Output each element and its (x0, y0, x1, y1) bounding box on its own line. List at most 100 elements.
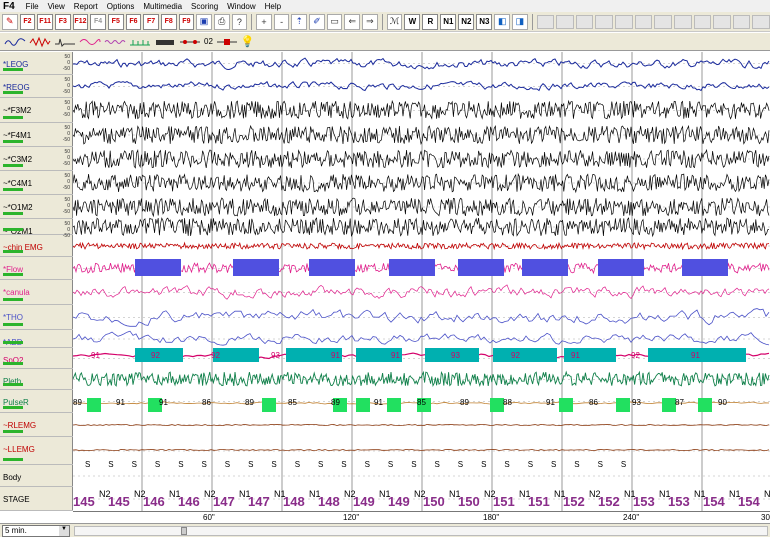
desaturation-event[interactable] (676, 348, 746, 362)
menu-scoring[interactable]: Scoring (191, 2, 218, 11)
emg-wave-icon[interactable] (54, 35, 76, 49)
limb-wave-icon[interactable] (129, 35, 151, 49)
apnea-event[interactable] (135, 259, 181, 276)
amplitude-up-icon[interactable]: ⇡ (291, 13, 308, 30)
channel-label[interactable]: PulseR (0, 390, 73, 413)
channel-label[interactable]: Pleth (0, 369, 73, 390)
channel-label[interactable]: ~*F3M2 50 0 -50 (0, 98, 73, 123)
channel-label[interactable]: *ABD (0, 330, 73, 348)
pulse-event[interactable] (262, 398, 276, 412)
marker-icon[interactable] (216, 35, 238, 49)
epoch-number[interactable]: 154 (738, 494, 760, 509)
forward-icon[interactable]: ⇒ (362, 13, 378, 30)
epoch-number[interactable]: 150 (423, 494, 445, 509)
menu-view[interactable]: View (48, 2, 65, 11)
menu-report[interactable]: Report (74, 2, 98, 11)
hypnogram-icon[interactable]: ◧ (494, 13, 511, 30)
pulse-event[interactable] (490, 398, 504, 412)
stage-r-button[interactable]: R (422, 13, 439, 30)
fkey-f11[interactable]: F11 (37, 13, 53, 30)
epoch-number[interactable]: 145 (108, 494, 130, 509)
channel-label[interactable]: *REOG 50 0 -50 (0, 75, 73, 98)
epoch-number[interactable]: 152 (598, 494, 620, 509)
image-icon[interactable]: ▣ (196, 13, 212, 30)
channel-label[interactable]: ~chin EMG (0, 235, 73, 257)
fkey-f9[interactable]: F9 (178, 13, 195, 30)
pulse-event[interactable] (662, 398, 676, 412)
channel-label[interactable]: *canula (0, 280, 73, 305)
epoch-number[interactable]: 153 (633, 494, 655, 509)
eog-wave-icon[interactable] (4, 35, 26, 49)
epoch-number[interactable]: 149 (353, 494, 375, 509)
fkey-f5[interactable]: F5 (107, 13, 124, 30)
report-icon[interactable]: ◨ (512, 13, 528, 30)
bulb-icon[interactable]: ? (231, 13, 248, 30)
apnea-event[interactable] (682, 259, 728, 276)
channel-label[interactable]: STAGE (0, 487, 73, 511)
epoch-number[interactable]: 151 (493, 494, 515, 509)
menu-options[interactable]: Options (107, 2, 135, 11)
epoch-number[interactable]: 147 (213, 494, 235, 509)
channel-label[interactable]: Body (0, 465, 73, 487)
time-window-select[interactable]: 5 min. ▼ (2, 525, 70, 537)
epoch-number[interactable]: 146 (143, 494, 165, 509)
menu-window[interactable]: Window (227, 2, 255, 11)
fkey-f2[interactable]: F2 (19, 13, 36, 30)
flow-wave-icon[interactable] (79, 35, 101, 49)
menu-multimedia[interactable]: Multimedia (143, 2, 182, 11)
channel-label[interactable]: ~RLEMG (0, 413, 73, 437)
resp-wave-icon[interactable] (104, 35, 126, 49)
stage-n1-button[interactable]: N1 (440, 13, 457, 30)
apnea-event[interactable] (598, 259, 644, 276)
fkey-f3[interactable]: F3 (54, 13, 71, 30)
stage-n2-button[interactable]: N2 (458, 13, 475, 30)
epoch-number[interactable]: 148 (283, 494, 305, 509)
epoch-number[interactable]: 151 (528, 494, 550, 509)
desaturation-event[interactable] (493, 348, 557, 362)
fkey-f8[interactable]: F8 (160, 13, 177, 30)
channel-label[interactable]: ~*C3M2 50 0 -50 (0, 147, 73, 171)
pulse-event[interactable] (616, 398, 630, 412)
staging-icon[interactable]: ℳ (386, 13, 403, 30)
channel-label[interactable]: *LEOG 50 0 -50 (0, 52, 73, 75)
channel-label[interactable]: SpO2 (0, 348, 73, 369)
zoom-level[interactable]: 02 (204, 37, 213, 46)
stage-w-button[interactable]: W (404, 13, 421, 30)
apnea-event[interactable] (233, 259, 279, 276)
eeg-wave-icon[interactable] (29, 35, 51, 49)
pulse-event[interactable] (356, 398, 370, 412)
epoch-number[interactable]: 145 (73, 494, 95, 509)
window-icon[interactable]: ▭ (326, 13, 343, 30)
epoch-number[interactable]: 154 (703, 494, 725, 509)
fkey-f6[interactable]: F6 (125, 13, 142, 30)
channel-label[interactable]: ~*F4M1 50 0 -50 (0, 123, 73, 147)
epoch-number[interactable]: 147 (248, 494, 270, 509)
fkey-f7[interactable]: F7 (143, 13, 159, 30)
zoom-in-icon[interactable]: + (256, 13, 272, 30)
channel-label[interactable]: ~*O2M1 50 0 -50 (0, 219, 73, 239)
epoch-number[interactable]: 148 (318, 494, 340, 509)
pulse-event[interactable] (87, 398, 101, 412)
events-icon[interactable] (179, 35, 201, 49)
channel-label[interactable]: *Flow (0, 257, 73, 280)
apnea-event[interactable] (458, 259, 504, 276)
channel-label[interactable]: *THO (0, 305, 73, 330)
stage-n3-button[interactable]: N3 (476, 13, 493, 30)
horizontal-scrollbar[interactable] (74, 526, 768, 536)
lightbulb-icon[interactable]: 💡 (241, 35, 255, 48)
epoch-number[interactable]: 152 (563, 494, 585, 509)
epoch-number[interactable]: 150 (458, 494, 480, 509)
pulse-event[interactable] (387, 398, 401, 412)
back-icon[interactable]: ⇐ (344, 13, 361, 30)
print-icon[interactable]: ⎙ (213, 13, 230, 30)
signal-display[interactable]: 91 92 92 93 91 91 93 92 91 92 91 89 91 91 86 89 85 89 91 85… (73, 52, 770, 511)
position-icon[interactable] (154, 35, 176, 49)
fkey-f12[interactable]: F12 (72, 13, 89, 30)
epoch-number[interactable]: 146 (178, 494, 200, 509)
apnea-event[interactable] (389, 259, 435, 276)
menu-help[interactable]: Help (265, 2, 281, 11)
pulse-event[interactable] (559, 398, 573, 412)
epoch-number[interactable]: 153 (668, 494, 690, 509)
channel-label[interactable]: ~LLEMG (0, 437, 73, 465)
event-icon[interactable]: ✎ (2, 13, 18, 30)
